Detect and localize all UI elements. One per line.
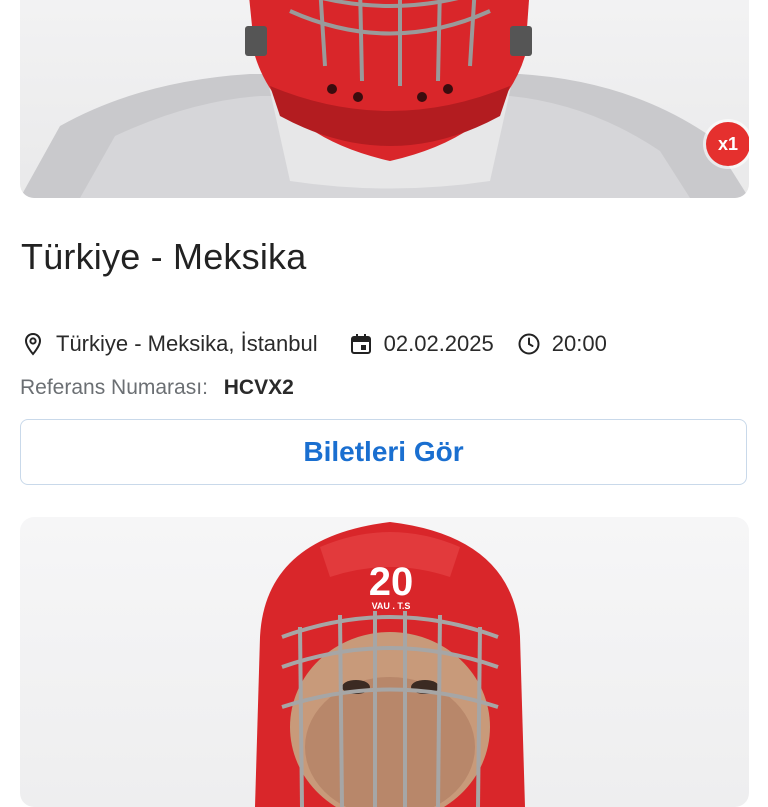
event-title: Türkiye - Meksika <box>21 236 307 277</box>
clock-icon <box>516 331 542 357</box>
location-pin-icon <box>20 331 46 357</box>
event-time: 20:00 <box>551 331 607 356</box>
quantity-badge: x1 <box>706 122 749 166</box>
goalie-photo-2: 20 VAU . T.S <box>255 522 525 807</box>
helmet-number: 20 <box>369 560 414 604</box>
reference-number: HCVX2 <box>223 376 294 399</box>
event-venue: Türkiye - Meksika, İstanbul <box>56 331 318 356</box>
event-date: 02.02.2025 <box>383 331 494 356</box>
svg-text:VAU . T.S: VAU . T.S <box>372 601 411 611</box>
reference-label: Referans Numarası: <box>20 376 208 399</box>
view-tickets-button[interactable]: Biletleri Gör <box>20 419 747 485</box>
next-event-image[interactable]: 20 VAU . T.S <box>20 517 749 807</box>
goalie-photo <box>20 0 749 198</box>
event-meta: Türkiye - Meksika, İstanbul 02.02.2025 2… <box>20 328 607 360</box>
reference-row: Referans Numarası: HCVX2 <box>20 376 294 400</box>
calendar-icon <box>348 331 374 357</box>
event-image[interactable]: x1 <box>20 0 749 198</box>
